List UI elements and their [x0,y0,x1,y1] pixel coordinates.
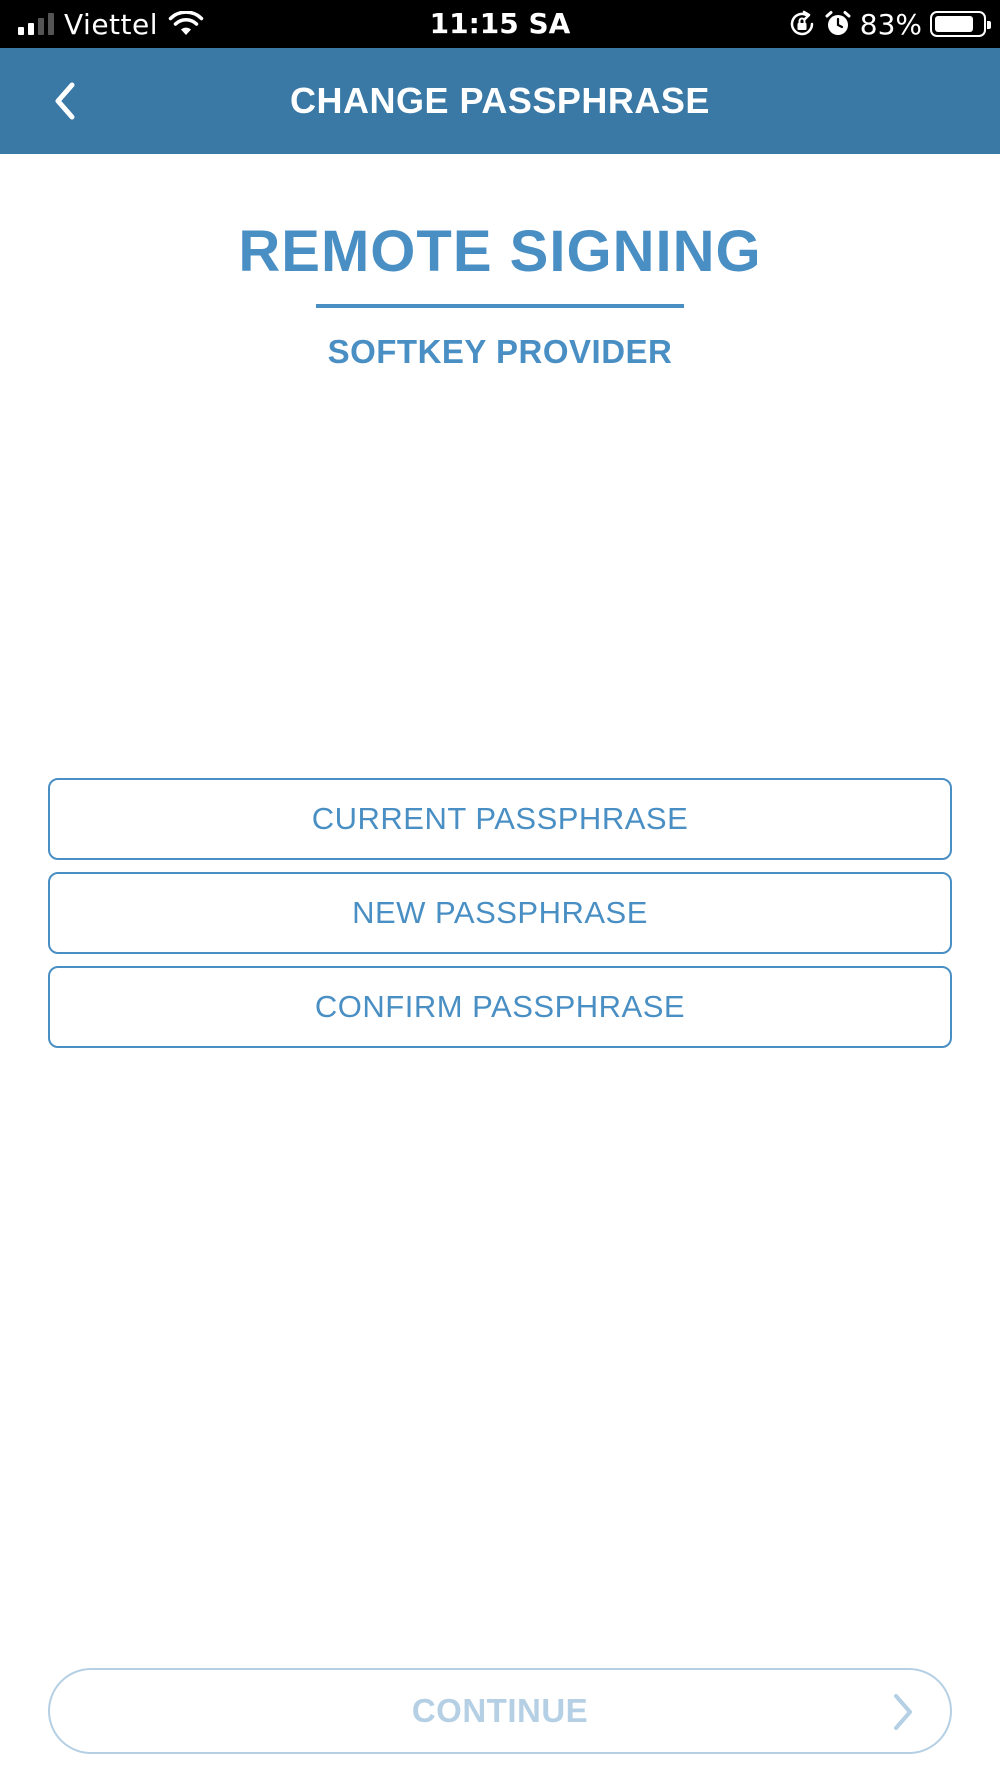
chevron-left-icon [55,82,75,120]
orientation-lock-icon [790,10,814,36]
continue-label: CONTINUE [411,1692,589,1729]
battery-icon [930,11,991,37]
new-passphrase-field-container [48,872,952,954]
current-passphrase-field-container [48,778,952,860]
chevron-right-icon [894,1694,912,1730]
confirm-passphrase-field-container [48,966,952,1048]
battery-percent: 83% [859,7,922,41]
battery-fill [935,16,974,32]
brand-subtitle: SOFTKEY PROVIDER [327,333,673,370]
back-button[interactable] [40,76,90,126]
status-right: 83% [788,0,991,48]
continue-button[interactable]: CONTINUE [48,1668,952,1754]
status-bar: Viettel 11:15 SA 83% [0,0,1000,48]
brand-divider [316,304,684,308]
new-passphrase-field[interactable] [50,874,950,952]
brand-title: REMOTE SIGNING [238,219,762,284]
app-header: CHANGE PASSPHRASE [0,48,1000,154]
confirm-passphrase-field[interactable] [50,968,950,1046]
current-passphrase-field[interactable] [50,780,950,858]
battery-cap [987,21,991,29]
alarm-icon [825,11,851,35]
page-title: CHANGE PASSPHRASE [290,80,710,121]
